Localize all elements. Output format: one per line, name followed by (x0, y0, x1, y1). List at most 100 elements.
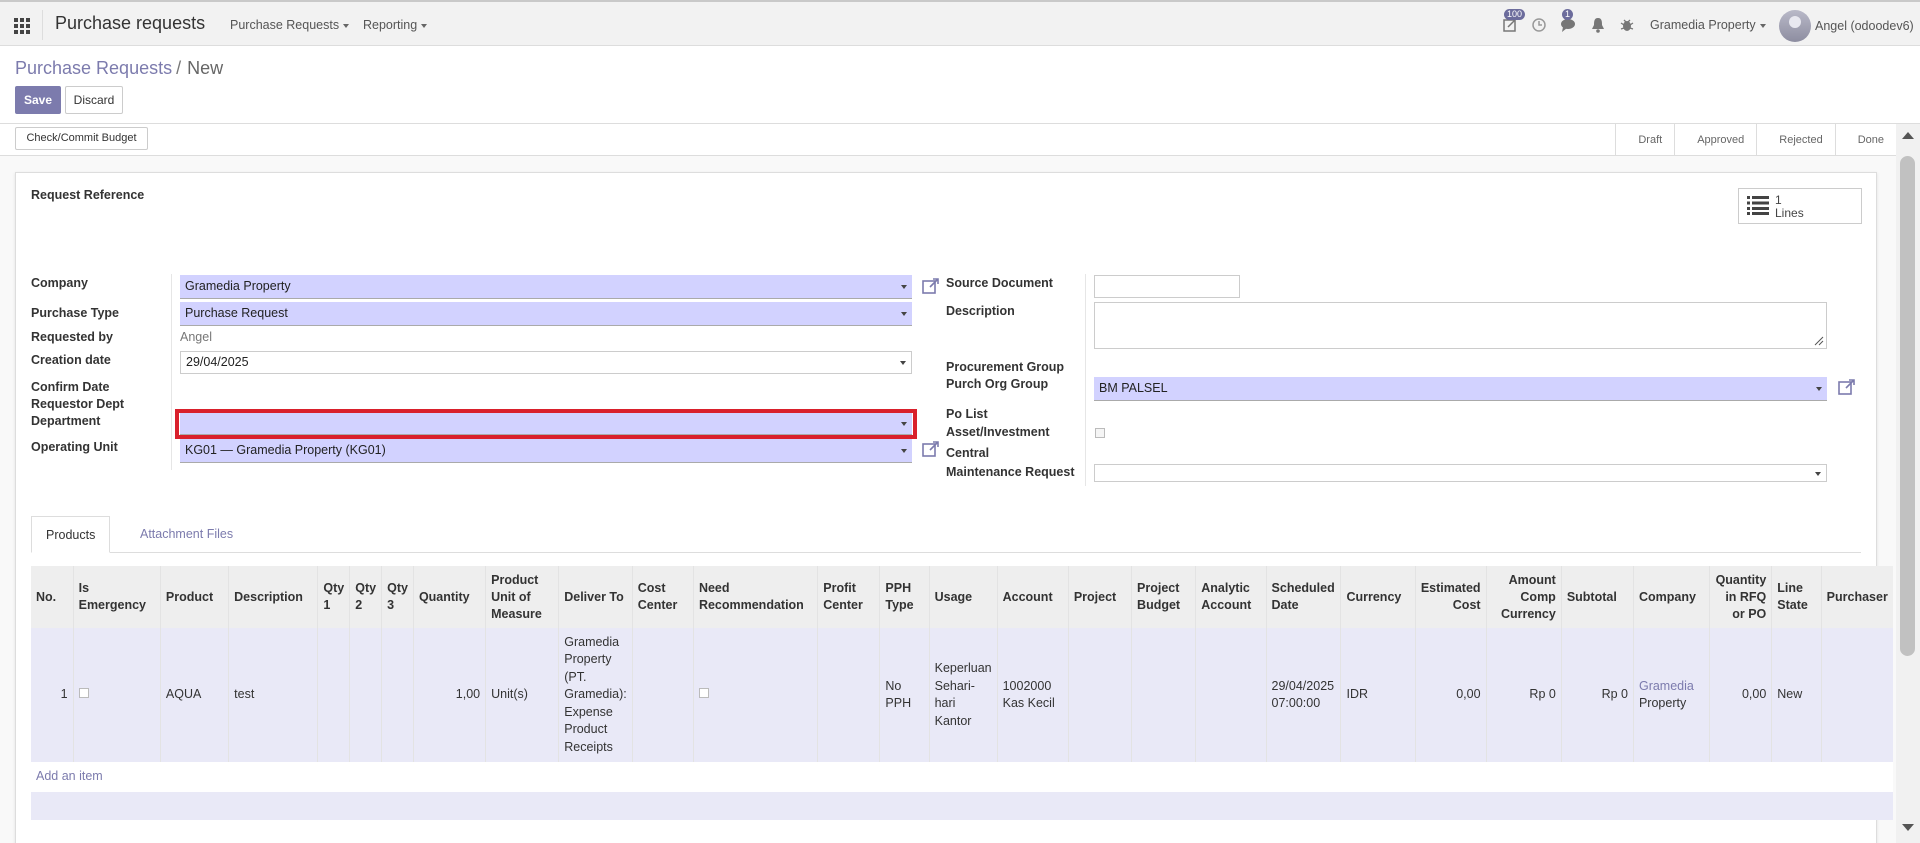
cell-uom[interactable]: Unit(s) (485, 628, 559, 762)
external-link-icon[interactable] (922, 440, 940, 458)
bug-icon[interactable] (1619, 17, 1635, 33)
clock-icon[interactable] (1531, 17, 1547, 33)
company-switcher[interactable]: Gramedia Property (1650, 18, 1766, 32)
source-document-input[interactable] (1094, 275, 1240, 298)
need-recommendation-checkbox[interactable] (698, 688, 709, 699)
cell-line-state[interactable]: New (1771, 628, 1822, 762)
cell-company[interactable]: Gramedia Property (1632, 628, 1710, 762)
col-usage[interactable]: Usage (928, 566, 998, 628)
cell-purchaser[interactable] (1820, 628, 1893, 762)
col-profit-center[interactable]: Profit Center (817, 566, 880, 628)
col-project[interactable]: Project (1067, 566, 1132, 628)
cell-qty2[interactable] (349, 628, 382, 762)
discard-button[interactable]: Discard (65, 86, 123, 114)
col-company[interactable]: Company (1632, 566, 1710, 628)
col-qty3[interactable]: Qty 3 (381, 566, 414, 628)
user-menu[interactable]: Angel (odoodev6) (1815, 19, 1914, 33)
company-link[interactable]: Gramedia (1639, 679, 1694, 693)
col-account[interactable]: Account (996, 566, 1069, 628)
col-analytic-account[interactable]: Analytic Account (1195, 566, 1267, 628)
purchase-type-select[interactable]: Purchase Request (180, 302, 912, 326)
resize-handle-icon[interactable] (1814, 336, 1824, 346)
col-project-budget[interactable]: Project Budget (1131, 566, 1196, 628)
status-draft[interactable]: Draft (1615, 124, 1674, 156)
operating-unit-select[interactable]: KG01 — Gramedia Property (KG01) (180, 439, 912, 463)
col-estimated-cost[interactable]: Estimated Cost (1414, 566, 1487, 628)
col-currency[interactable]: Currency (1340, 566, 1416, 628)
activity-icon[interactable]: 100 (1502, 9, 1526, 33)
col-need-recommendation[interactable]: Need Recommendation (692, 566, 818, 628)
scroll-thumb[interactable] (1900, 156, 1915, 656)
cell-project-budget[interactable] (1131, 628, 1196, 762)
col-cost-center[interactable]: Cost Center (631, 566, 694, 628)
status-approved[interactable]: Approved (1674, 124, 1756, 156)
tab-attachment-files[interactable]: Attachment Files (126, 516, 247, 553)
col-qty-rfq[interactable]: Quantity in RFQ or PO (1709, 566, 1772, 628)
description-textarea[interactable] (1094, 302, 1827, 349)
col-is-emergency[interactable]: Is Emergency (72, 566, 161, 628)
vertical-scrollbar[interactable] (1896, 124, 1920, 843)
external-link-icon[interactable] (922, 277, 940, 295)
maintenance-request-select[interactable] (1094, 464, 1827, 482)
breadcrumb-separator: / (176, 58, 182, 78)
cell-deliver-to[interactable]: Gramedia Property (PT. Gramedia): Expens… (558, 628, 633, 762)
cell-account[interactable]: 1002000 Kas Kecil (996, 628, 1069, 762)
status-rejected[interactable]: Rejected (1756, 124, 1834, 156)
cell-qty1[interactable] (317, 628, 350, 762)
col-scheduled-date[interactable]: Scheduled Date (1265, 566, 1341, 628)
col-deliver-to[interactable]: Deliver To (558, 566, 633, 628)
breadcrumb-parent[interactable]: Purchase Requests (15, 58, 172, 78)
col-no[interactable]: No. (31, 566, 74, 628)
cell-scheduled-date[interactable]: 29/04/2025 07:00:00 (1265, 628, 1341, 762)
external-link-icon[interactable] (1838, 378, 1856, 396)
status-done[interactable]: Done (1834, 124, 1896, 156)
cell-subtotal[interactable]: Rp 0 (1560, 628, 1634, 762)
tab-products[interactable]: Products (31, 516, 111, 553)
cell-analytic-account[interactable] (1195, 628, 1267, 762)
col-product[interactable]: Product (159, 566, 229, 628)
cell-usage[interactable]: Keperluan Sehari-hari Kantor (928, 628, 998, 762)
cell-pph-type[interactable]: No PPH (879, 628, 930, 762)
cell-profit-center[interactable] (817, 628, 880, 762)
col-amount-comp-currency[interactable]: Amount Comp Currency (1485, 566, 1562, 628)
col-qty1[interactable]: Qty 1 (317, 566, 350, 628)
check-commit-budget-button[interactable]: Check/Commit Budget (15, 127, 148, 150)
cell-qty-rfq[interactable]: 0,00 (1709, 628, 1772, 762)
add-item-link[interactable]: Add an item (36, 769, 103, 783)
cell-amount-comp-currency[interactable]: Rp 0 (1485, 628, 1562, 762)
col-purchaser[interactable]: Purchaser (1820, 566, 1893, 628)
menu-reporting[interactable]: Reporting (363, 18, 428, 32)
messages-icon[interactable]: 1 (1560, 9, 1576, 33)
cell-product[interactable]: AQUA (159, 628, 229, 762)
scroll-down-icon[interactable] (1902, 824, 1914, 831)
col-pph-type[interactable]: PPH Type (879, 566, 930, 628)
purch-org-group-select[interactable]: BM PALSEL (1094, 377, 1827, 401)
company-select[interactable]: Gramedia Property (180, 275, 912, 299)
app-title[interactable]: Purchase requests (55, 13, 205, 34)
lines-smart-button[interactable]: 1 Lines (1738, 188, 1862, 224)
creation-date-input[interactable]: 29/04/2025 (180, 351, 912, 374)
col-uom[interactable]: Product Unit of Measure (485, 566, 559, 628)
col-description[interactable]: Description (228, 566, 318, 628)
apps-menu-icon[interactable] (10, 13, 34, 37)
col-qty2[interactable]: Qty 2 (349, 566, 382, 628)
cell-qty3[interactable] (381, 628, 414, 762)
bell-icon[interactable] (1590, 17, 1606, 33)
avatar[interactable] (1779, 10, 1811, 42)
cell-quantity[interactable]: 1,00 (412, 628, 486, 762)
cell-currency[interactable]: IDR (1340, 628, 1416, 762)
is-emergency-checkbox[interactable] (78, 688, 89, 699)
source-document-label: Source Document (946, 276, 1053, 290)
cell-description[interactable]: test (228, 628, 318, 762)
asset-investment-checkbox[interactable] (1095, 428, 1105, 438)
save-button[interactable]: Save (15, 86, 61, 114)
col-subtotal[interactable]: Subtotal (1560, 566, 1634, 628)
col-quantity[interactable]: Quantity (412, 566, 486, 628)
cell-project[interactable] (1067, 628, 1132, 762)
cell-estimated-cost[interactable]: 0,00 (1414, 628, 1487, 762)
table-row[interactable]: 1 AQUA test 1,00 Unit(s) Gramedia Proper… (31, 628, 1893, 762)
col-line-state[interactable]: Line State (1771, 566, 1822, 628)
menu-purchase-requests[interactable]: Purchase Requests (230, 18, 350, 32)
scroll-up-icon[interactable] (1902, 132, 1914, 139)
cell-cost-center[interactable] (631, 628, 694, 762)
